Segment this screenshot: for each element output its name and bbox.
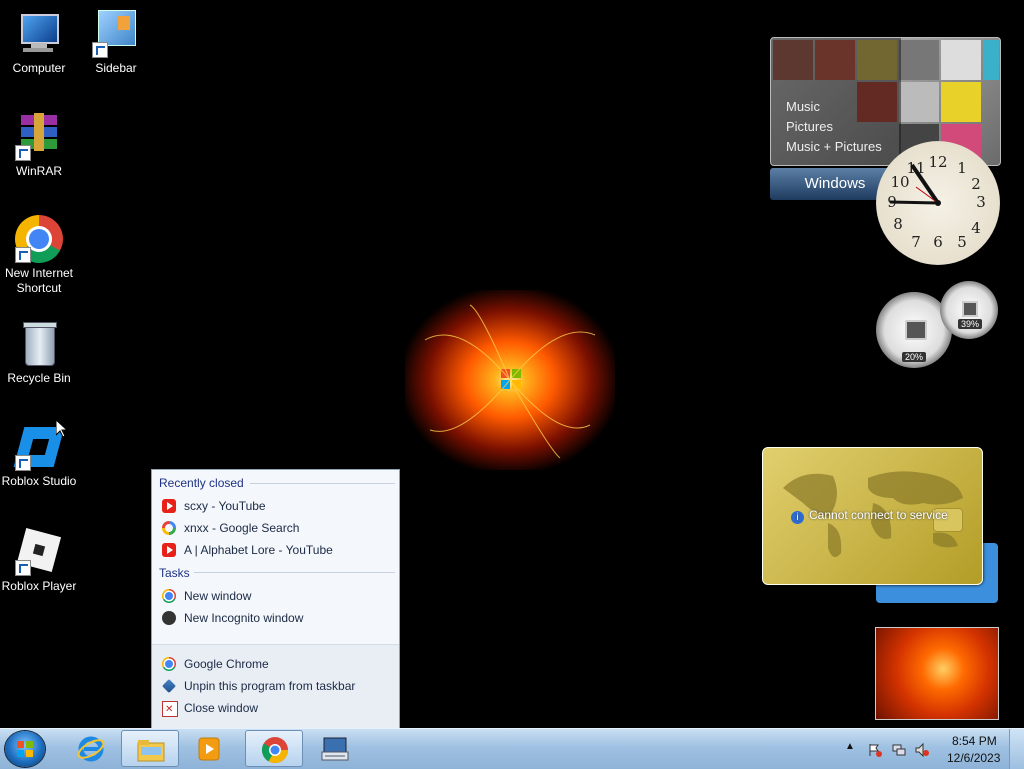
computer-icon [15,10,63,58]
media-tile [983,40,999,80]
media-item-music[interactable]: Music [786,99,820,114]
action-label: Unpin this program from taskbar [184,679,356,693]
chrome-icon [261,737,289,764]
desktop-icon-label: Recycle Bin [7,371,71,385]
action-unpin-from-taskbar[interactable]: Unpin this program from taskbar [162,676,387,696]
recent-item[interactable]: scxy - YouTube [162,496,387,516]
shortcut-arrow-icon [92,42,108,58]
service-message: i Cannot connect to service [791,508,948,524]
recent-item[interactable]: A | Alphabet Lore - YouTube [162,540,387,560]
media-item-music-pictures[interactable]: Music + Pictures [786,139,882,154]
jump-list-separator [152,644,399,645]
youtube-icon [162,499,176,513]
recent-item-label: scxy - YouTube [184,499,266,513]
task-label: New Incognito window [184,611,304,625]
media-tile [941,40,981,80]
taskbar-on-screen-keyboard[interactable] [306,730,364,767]
media-player-icon [198,737,220,761]
desktop-icon-label: Roblox Studio [1,474,77,488]
chrome-icon [162,589,176,603]
desktop-icon-label: Roblox Player [1,579,77,593]
action-close-window[interactable]: Close window [162,698,387,720]
desktop-icon-label: New Internet Shortcut [4,266,74,295]
memory-percent: 39% [958,319,983,329]
start-button[interactable] [5,731,45,767]
media-item-pictures[interactable]: Pictures [786,119,833,134]
desktop-icon-label: WinRAR [15,164,62,178]
show-hidden-icons-icon[interactable]: ▲ [845,741,855,752]
memory-meter-gadget[interactable]: 39% [940,281,998,339]
network-icon[interactable] [892,743,906,757]
recent-item[interactable]: xnxx - Google Search [162,518,387,538]
currency-gadget[interactable]: i Cannot connect to service [762,447,983,585]
chrome-icon [162,657,176,671]
youtube-icon [162,543,176,557]
incognito-icon [162,611,176,625]
cpu-chip-icon [905,320,927,340]
shortcut-arrow-icon [15,560,31,576]
shortcut-arrow-icon [15,247,31,263]
action-label: Close window [184,701,259,715]
action-center-flag-icon[interactable] [868,743,882,757]
task-new-window[interactable]: New window [162,586,387,606]
desktop-icon-recycle-bin[interactable]: Recycle Bin [0,320,78,386]
on-screen-keyboard-icon [321,737,349,761]
memory-chip-icon [962,301,978,317]
media-tile [899,82,939,122]
clock-time[interactable]: 8:54 PM [952,734,997,748]
desktop-icon-computer[interactable]: Computer [0,10,78,76]
section-divider [250,483,395,484]
recently-closed-header: Recently closed [159,476,244,490]
desktop-icon-label: Computer [12,61,66,75]
clock-date[interactable]: 12/6/2023 [947,751,1000,765]
cpu-percent: 20% [902,352,927,362]
section-divider [194,572,395,573]
recent-item-label: A | Alphabet Lore - YouTube [184,543,333,557]
taskbar-media-player[interactable] [180,730,238,767]
shortcut-arrow-icon [15,145,31,161]
taskbar-internet-explorer[interactable] [62,730,120,767]
taskbar: ▲ 8:54 PM 12/6/2023 [0,728,1024,769]
clock-gadget[interactable]: 12 1 2 3 4 5 6 7 8 9 10 11 [876,141,1000,265]
desktop-icon-sidebar[interactable]: Sidebar [77,10,155,76]
mouse-cursor-icon [56,420,68,438]
chrome-jump-list: Recently closed scxy - YouTube xnxx - Go… [151,469,400,729]
taskbar-file-explorer[interactable] [121,730,179,767]
desktop-icon-winrar[interactable]: WinRAR [0,113,78,179]
media-tile [899,40,939,80]
google-icon [162,521,176,535]
show-desktop-button[interactable] [1009,729,1024,769]
task-new-incognito-window[interactable]: New Incognito window [162,608,387,628]
info-icon: i [791,511,804,524]
tasks-header: Tasks [159,566,190,580]
sidebar-icon [92,10,140,58]
chrome-icon [15,215,63,263]
recycle-bin-icon [15,320,63,368]
service-message-text: Cannot connect to service [809,508,948,522]
slideshow-gadget[interactable] [875,627,999,720]
windows-flag-icon [17,741,33,757]
clock-hands [889,163,941,206]
desktop-icon-label: Sidebar [95,61,137,75]
media-tile [941,82,981,122]
taskbar-google-chrome[interactable] [245,730,303,767]
close-icon [162,700,178,720]
task-label: New window [184,589,252,603]
wallpaper-swirl [424,304,596,459]
unpin-icon [162,679,176,693]
action-label: Google Chrome [184,657,269,671]
internet-explorer-icon [77,736,105,762]
action-google-chrome[interactable]: Google Chrome [162,654,387,674]
roblox-player-icon [15,527,63,576]
desktop-icon-new-internet-shortcut[interactable]: New Internet Shortcut [0,215,78,296]
shortcut-arrow-icon [15,455,31,471]
winrar-icon [15,113,63,161]
recent-item-label: xnxx - Google Search [184,521,300,535]
volume-muted-icon[interactable] [915,743,929,757]
file-explorer-icon [137,740,165,762]
desktop-icon-roblox-player[interactable]: Roblox Player [0,527,78,594]
